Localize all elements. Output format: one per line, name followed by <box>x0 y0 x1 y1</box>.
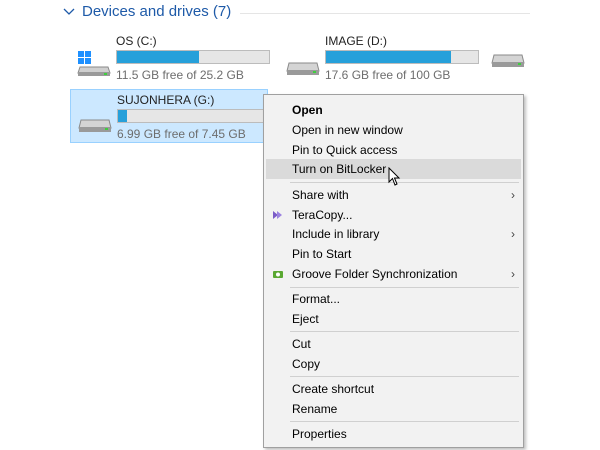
menu-separator <box>290 421 519 422</box>
menu-item-label: Turn on BitLocker <box>292 162 387 176</box>
menu-separator <box>290 287 519 288</box>
menu-item-label: Cut <box>292 337 311 351</box>
menu-separator <box>290 182 519 183</box>
menu-item-create-shortcut[interactable]: Create shortcut <box>266 379 521 399</box>
menu-item-properties[interactable]: Properties <box>266 424 521 444</box>
teracopy-icon <box>273 211 282 219</box>
menu-item-groove-sync[interactable]: Groove Folder Synchronization › <box>266 264 521 284</box>
drive-usage-bar <box>117 109 271 123</box>
menu-item-label: TeraCopy... <box>292 208 353 222</box>
devices-group-header[interactable]: Devices and drives (7) <box>62 3 231 20</box>
drive-free-space: 11.5 GB free of 25.2 GB <box>116 68 244 82</box>
windows-drive-icon <box>77 51 111 76</box>
menu-item-pin-start[interactable]: Pin to Start <box>266 244 521 264</box>
usb-drive-icon <box>78 119 112 132</box>
chevron-down-icon[interactable] <box>62 5 76 19</box>
menu-item-label: Open in new window <box>292 123 403 137</box>
drive-name: IMAGE (D:) <box>325 34 387 48</box>
context-menu: Open Open in new window Pin to Quick acc… <box>263 94 524 448</box>
menu-item-label: Pin to Start <box>292 247 352 261</box>
drive-tile-d[interactable]: IMAGE (D:) 17.6 GB free of 100 GB <box>279 31 479 85</box>
mouse-pointer-icon <box>388 167 401 186</box>
menu-separator <box>290 376 519 377</box>
drive-free-space: 17.6 GB free of 100 GB <box>325 68 451 82</box>
menu-item-eject[interactable]: Eject <box>266 309 521 329</box>
drive-free-space: 6.99 GB free of 7.45 GB <box>117 127 246 141</box>
menu-item-label: Open <box>292 103 323 117</box>
menu-item-label: Format... <box>292 292 341 306</box>
hard-drive-icon <box>286 62 320 75</box>
menu-item-label: Include in library <box>292 227 380 241</box>
menu-item-label: Eject <box>292 312 319 326</box>
chevron-right-icon: › <box>511 267 515 281</box>
group-title: Devices and drives (7) <box>82 3 232 20</box>
drive-usage-bar <box>116 50 270 64</box>
groove-sync-icon <box>273 271 283 278</box>
menu-item-share-with[interactable]: Share with › <box>266 185 521 205</box>
menu-separator <box>290 331 519 332</box>
menu-item-label: Rename <box>292 402 338 416</box>
group-divider <box>240 13 530 14</box>
menu-item-label: Create shortcut <box>292 382 375 396</box>
drive-tile-g[interactable]: SUJONHERA (G:) 6.99 GB free of 7.45 GB <box>70 89 271 143</box>
menu-item-open-new-window[interactable]: Open in new window <box>266 120 521 140</box>
menu-item-cut[interactable]: Cut <box>266 334 521 354</box>
chevron-right-icon: › <box>511 188 515 202</box>
menu-item-rename[interactable]: Rename <box>266 399 521 419</box>
chevron-right-icon: › <box>511 227 515 241</box>
menu-item-label: Properties <box>292 427 347 441</box>
drive-usage-bar <box>325 50 479 64</box>
drive-usage-fill <box>117 51 200 63</box>
menu-item-label: Pin to Quick access <box>292 143 398 157</box>
menu-item-copy[interactable]: Copy <box>266 354 521 374</box>
drive-usage-fill <box>118 110 128 122</box>
drive-name: OS (C:) <box>116 34 157 48</box>
drive-tile-c[interactable]: OS (C:) 11.5 GB free of 25.2 GB <box>70 31 270 85</box>
hard-drive-icon[interactable] <box>490 45 526 77</box>
menu-item-label: Copy <box>292 357 321 371</box>
menu-item-open[interactable]: Open <box>266 100 521 120</box>
drive-usage-fill <box>326 51 451 63</box>
menu-item-pin-quick-access[interactable]: Pin to Quick access <box>266 140 521 160</box>
menu-item-teracopy[interactable]: TeraCopy... <box>266 205 521 225</box>
menu-item-include-library[interactable]: Include in library › <box>266 224 521 244</box>
menu-item-format[interactable]: Format... <box>266 289 521 309</box>
menu-item-label: Share with <box>292 188 349 202</box>
menu-item-label: Groove Folder Synchronization <box>292 267 458 281</box>
drive-name: SUJONHERA (G:) <box>117 93 215 107</box>
